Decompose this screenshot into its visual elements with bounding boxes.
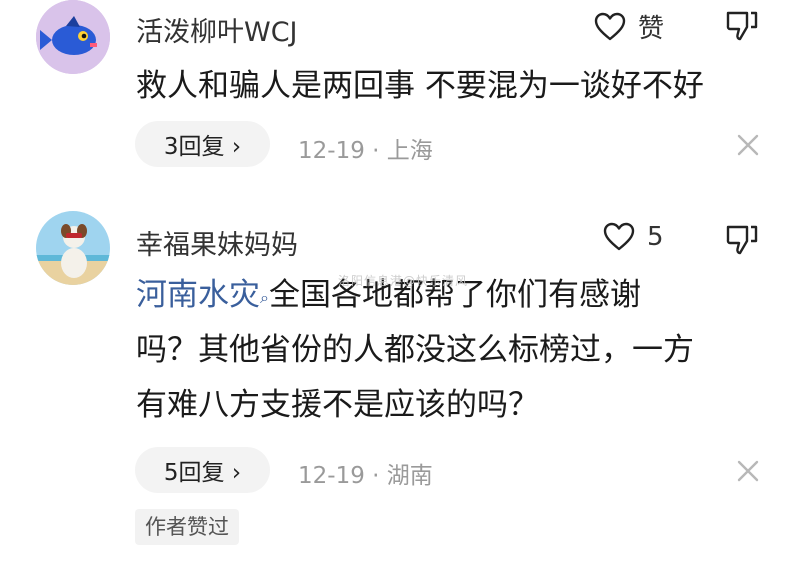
comment-text-line: 吗？其他省份的人都没这么标榜过，一方: [136, 332, 694, 368]
close-icon[interactable]: [736, 459, 760, 483]
close-icon[interactable]: [736, 133, 760, 157]
username[interactable]: 幸福果妹妈妈: [136, 223, 298, 262]
username[interactable]: 活泼柳叶WCJ: [136, 10, 298, 49]
replies-button[interactable]: 5回复 ›: [135, 447, 270, 493]
like-count: 5: [647, 222, 664, 252]
comment-text: 救人和骗人是两回事 不要混为一谈好不好: [136, 59, 704, 114]
comment-text: 河南水灾⌕全国各地都帮了你们有感谢 吗？其他省份的人都没这么标榜过，一方 有难八…: [136, 268, 694, 433]
dislike-button[interactable]: [725, 224, 759, 260]
watermark: 洛阳信息港@快乐清风: [338, 274, 469, 288]
comment-text-line: 救人和骗人是两回事 不要混为一谈好不好: [136, 68, 704, 104]
topic-tag[interactable]: 河南水灾: [136, 277, 260, 313]
like-button[interactable]: 赞: [594, 8, 664, 45]
comment-text-line: 有难八方支援不是应该的吗？: [136, 387, 539, 423]
heart-icon: [603, 222, 635, 251]
fish-avatar-icon: [36, 0, 110, 74]
thumbs-down-icon: [726, 11, 758, 41]
dog-avatar-icon: [36, 211, 110, 285]
author-liked-badge: 作者赞过: [135, 509, 239, 545]
like-button[interactable]: 5: [603, 222, 664, 252]
like-label: 赞: [638, 14, 665, 44]
search-icon: ⌕: [260, 288, 269, 307]
comment-meta: 12-19 · 湖南: [298, 463, 433, 489]
avatar[interactable]: [36, 211, 110, 285]
dislike-button[interactable]: [725, 10, 759, 46]
thumbs-down-icon: [726, 225, 758, 255]
avatar[interactable]: [36, 0, 110, 74]
heart-icon: [594, 12, 626, 40]
replies-button[interactable]: 3回复 ›: [135, 121, 270, 167]
comment-meta: 12-19 · 上海: [298, 138, 433, 164]
